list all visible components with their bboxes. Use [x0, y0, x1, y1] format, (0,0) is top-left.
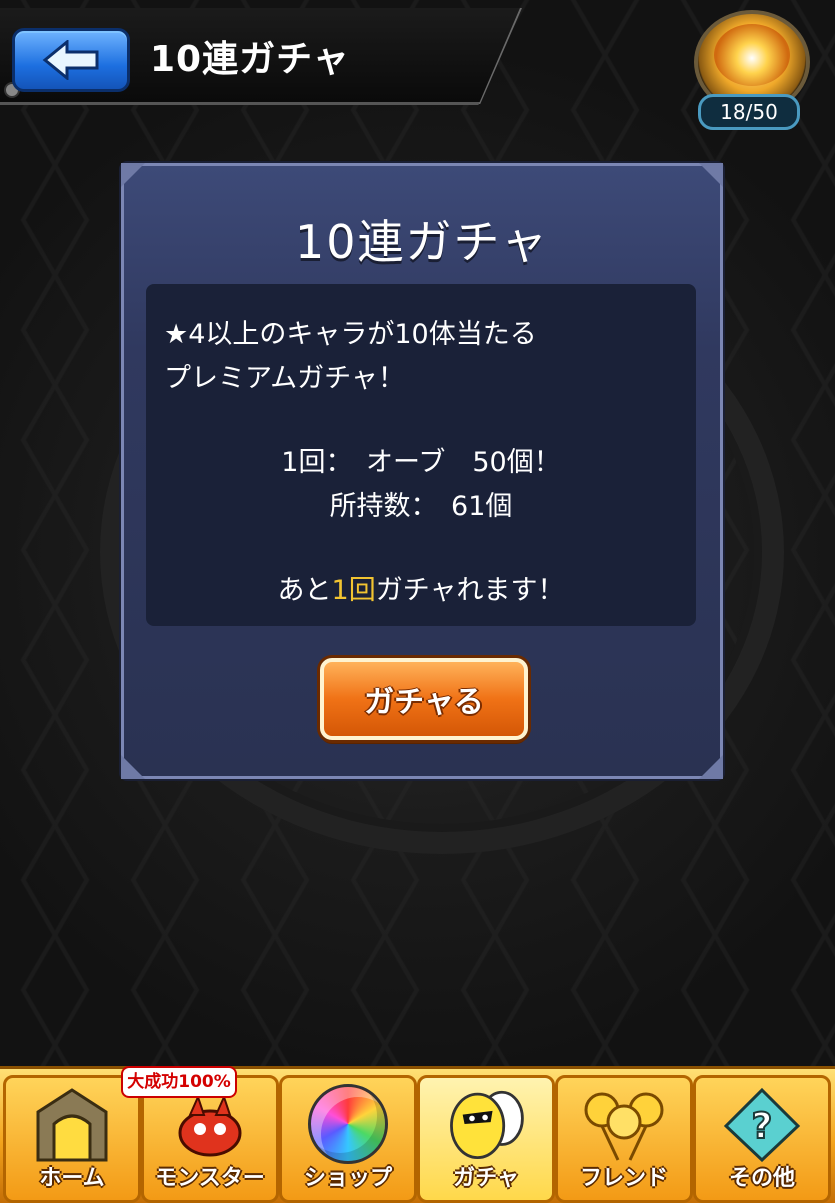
nav-item-gacha[interactable]: ガチャ: [417, 1075, 555, 1203]
stamina-counter: 18/50: [698, 94, 800, 130]
question-icon: ?: [720, 1086, 804, 1162]
nav-label-shop: ショップ: [303, 1166, 392, 1191]
nav-label-other: その他: [728, 1166, 795, 1191]
page-title: 10連ガチャ: [150, 39, 350, 80]
gacha-button[interactable]: ガチャる: [320, 658, 528, 740]
balloons-icon: [582, 1086, 666, 1162]
nav-item-other[interactable]: ? その他: [693, 1075, 831, 1203]
corner-decoration: [699, 163, 723, 187]
nav-item-friend[interactable]: フレンド: [555, 1075, 693, 1203]
cost-text: 1回： オーブ 50個！: [281, 447, 561, 478]
monster-badge: 大成功100%: [121, 1066, 237, 1098]
remaining-prefix: あと: [277, 575, 332, 606]
star-burst-icon: [714, 24, 790, 86]
corner-decoration: [699, 755, 723, 779]
gate-icon: [30, 1086, 114, 1162]
remaining-count: 1回: [331, 575, 376, 606]
egg-icon: [444, 1086, 528, 1162]
svg-text:?: ?: [752, 1106, 773, 1147]
remaining-text: あと1回ガチャれます！: [146, 568, 696, 607]
back-button[interactable]: [12, 28, 130, 92]
description-line-2: プレミアムガチャ！: [164, 363, 405, 394]
remaining-suffix: ガチャれます！: [375, 575, 565, 606]
nav-label-home: ホーム: [39, 1166, 105, 1191]
back-arrow-icon: [42, 40, 99, 80]
owned-count-text: 所持数： 61個: [329, 491, 513, 522]
nav-label-gacha: ガチャ: [453, 1166, 519, 1191]
description-line-1: ★4以上のキャラが10体当たる: [164, 319, 537, 350]
description-box: ★4以上のキャラが10体当たる プレミアムガチャ！ 1回： オーブ 50個！ 所…: [146, 284, 696, 626]
nav-item-home[interactable]: ホーム: [3, 1075, 141, 1203]
corner-decoration: [121, 755, 145, 779]
nav-label-monster: モンスター: [155, 1166, 265, 1191]
dialog-title: 10連ガチャ: [294, 215, 550, 269]
gacha-dialog: 10連ガチャ ★4以上のキャラが10体当たる プレミアムガチャ！ 1回： オーブ…: [121, 163, 723, 779]
corner-decoration: [121, 163, 145, 187]
nav-label-friend: フレンド: [579, 1166, 668, 1191]
nav-item-shop[interactable]: ショップ: [279, 1075, 417, 1203]
rainbow-orb-icon: [306, 1084, 390, 1164]
